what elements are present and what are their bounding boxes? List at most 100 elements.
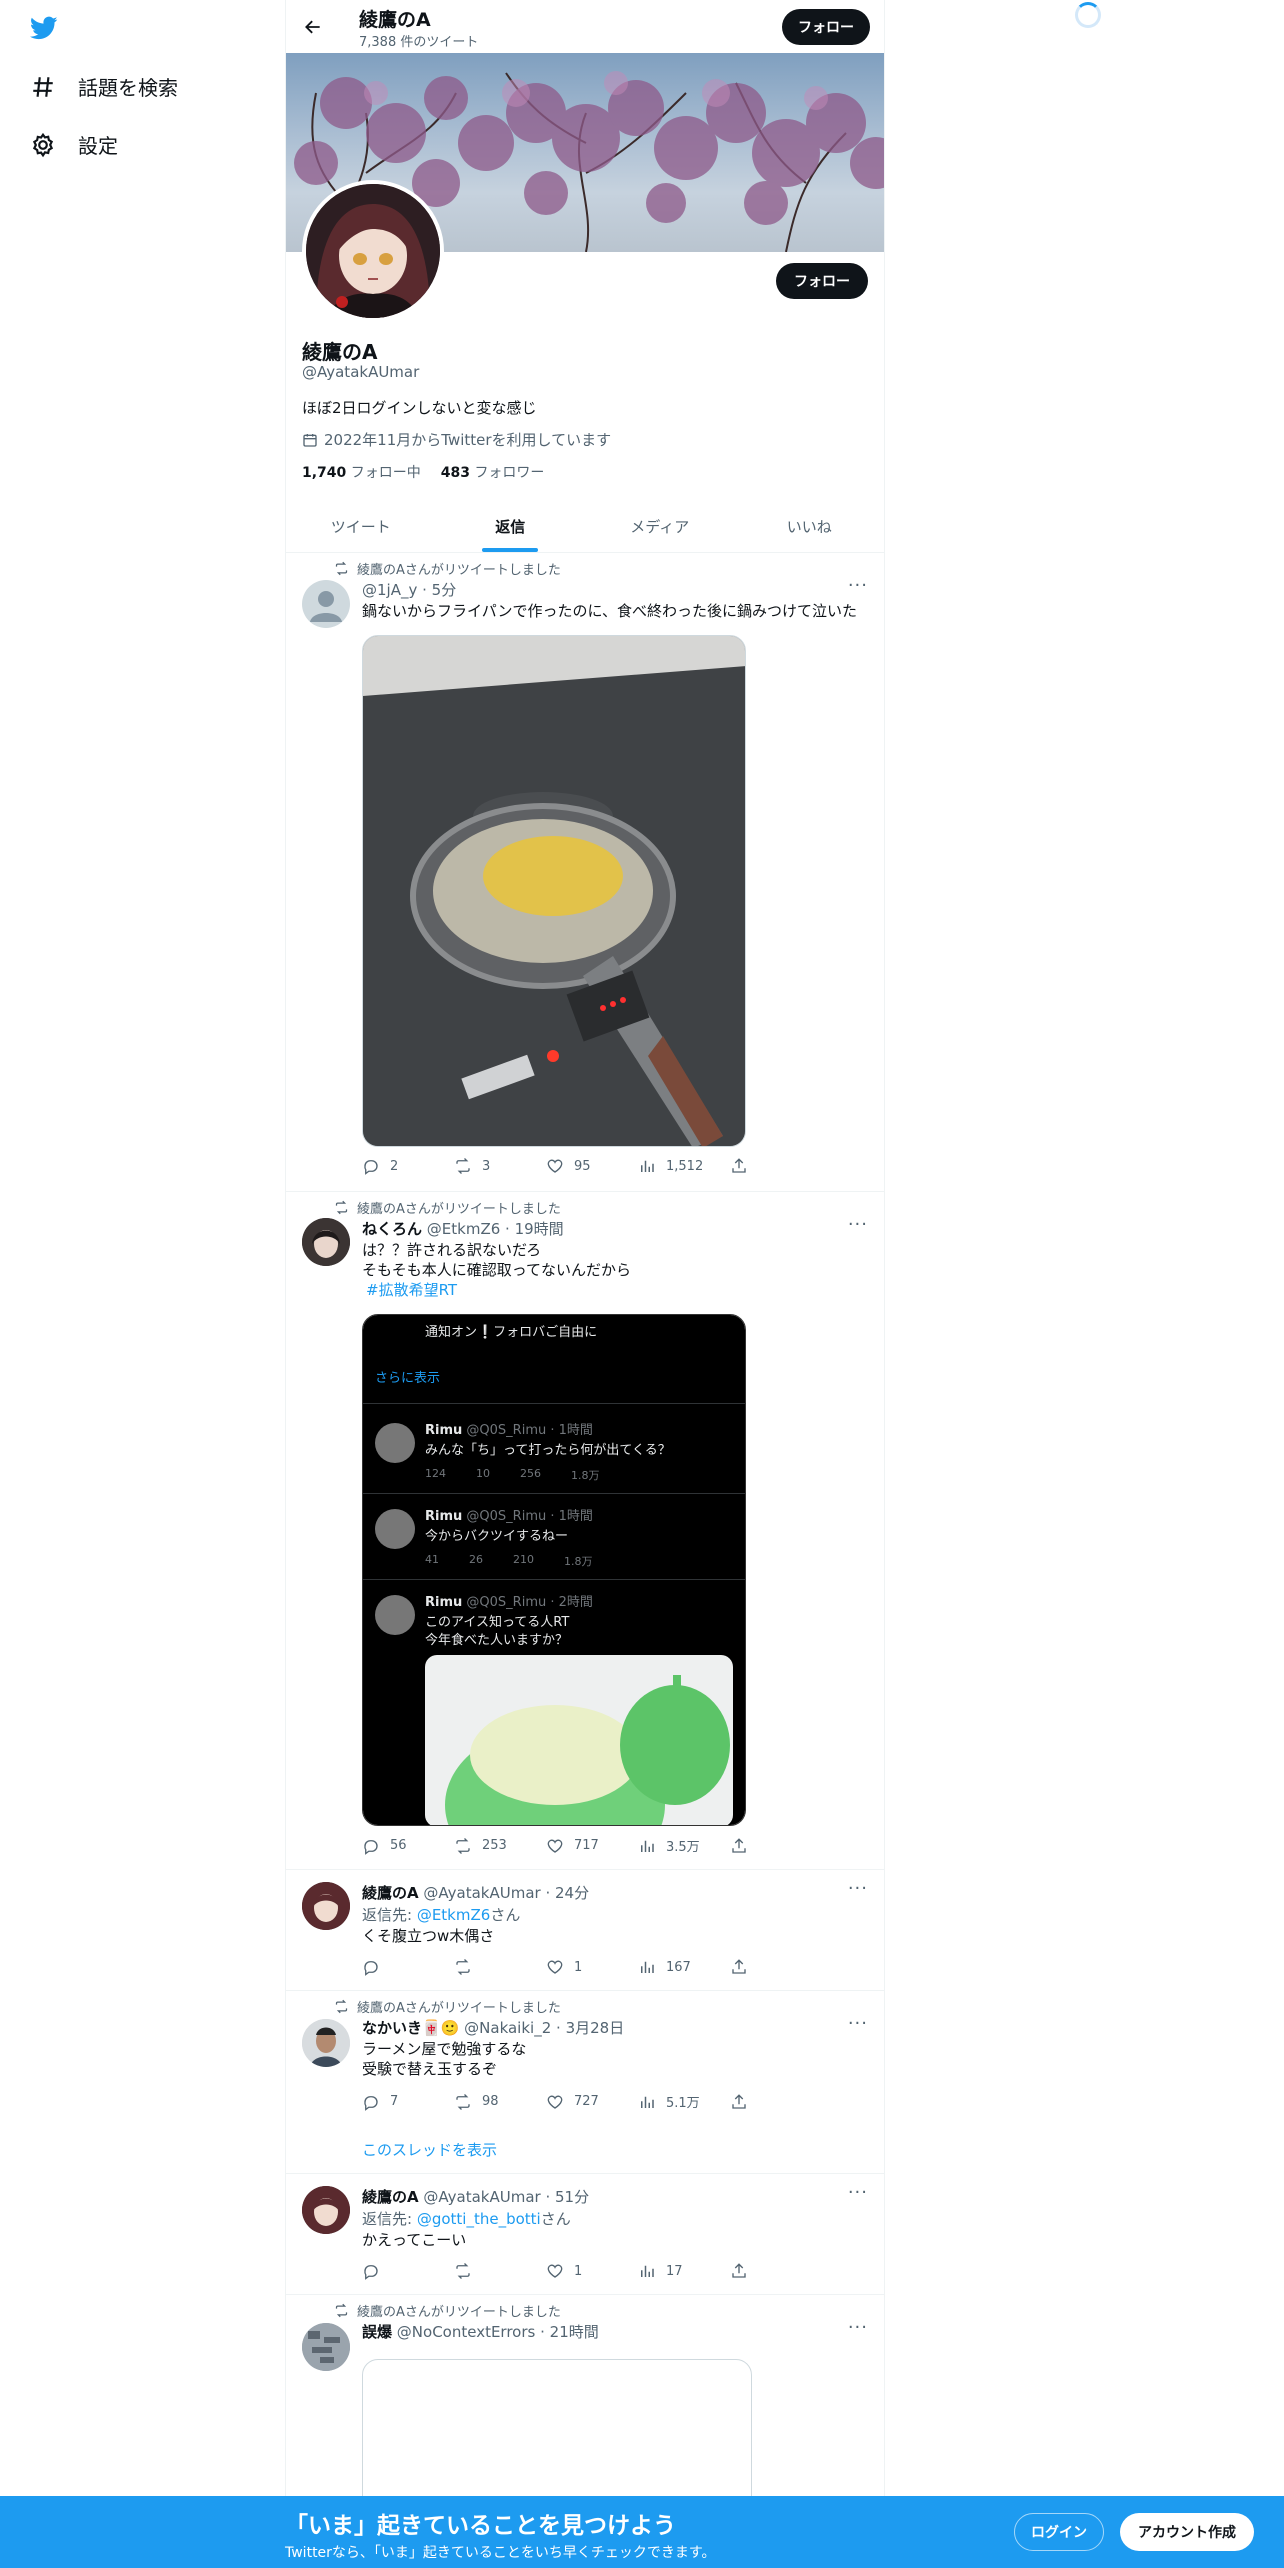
tweet-handle[interactable]: @Nakaiki_2 (464, 2019, 551, 2037)
following-count: 1,740 (302, 465, 347, 481)
reply-button[interactable]: 56 (362, 1836, 454, 1855)
tab-likes[interactable]: いいね (735, 500, 885, 552)
tweet-avatar[interactable] (302, 580, 350, 628)
tweet-time[interactable]: 24分 (555, 1884, 589, 1902)
tweet-avatar[interactable] (302, 2186, 350, 2234)
like-button[interactable]: 717 (546, 1836, 638, 1855)
tweet-avatar[interactable] (302, 1882, 350, 1930)
tweet-time[interactable]: 5分 (432, 581, 457, 599)
tweet-author-name[interactable]: ねくろん (362, 1220, 422, 1238)
profile-follow-button[interactable]: フォロー (776, 263, 868, 299)
login-button[interactable]: ログイン (1014, 2513, 1104, 2551)
reply-button[interactable]: 2 (362, 1157, 454, 1175)
like-button[interactable]: 1 (546, 1958, 638, 1976)
tab-replies[interactable]: 返信 (436, 500, 586, 552)
more-options-icon[interactable]: ··· (848, 2317, 868, 2338)
share-button[interactable] (730, 2262, 750, 2280)
tweet-3[interactable]: 綾鷹のA @AyatakAUmar · 24分 ··· 返信先: @EtkmZ6… (286, 1870, 884, 1991)
retweet-button[interactable]: 98 (454, 2092, 546, 2111)
tweet-time[interactable]: 21時間 (550, 2323, 599, 2341)
tweet-avatar[interactable] (302, 2019, 350, 2067)
views-button[interactable]: 3.5万 (638, 1836, 730, 1855)
reply-icon (364, 1839, 378, 1855)
tweet-handle[interactable]: @AyatakAUmar (423, 2188, 540, 2206)
like-count: 727 (574, 2094, 599, 2109)
tweet-handle[interactable]: @NoContextErrors (397, 2323, 536, 2341)
retweet-icon (456, 1837, 470, 1854)
more-options-icon[interactable]: ··· (848, 2013, 868, 2034)
tweet-avatar[interactable] (302, 1218, 350, 1266)
tab-media[interactable]: メディア (585, 500, 735, 552)
embed-post-3-text: このアイス知ってる人RT (425, 1615, 570, 1630)
tweet-time[interactable]: 19時間 (515, 1220, 564, 1238)
tweet-handle[interactable]: @EtkmZ6 (427, 1220, 500, 1238)
tweet-avatar[interactable] (302, 2323, 350, 2371)
share-button[interactable] (730, 1157, 750, 1175)
share-button[interactable] (730, 1958, 750, 1976)
followers-link[interactable]: 483 フォロワー (441, 462, 545, 482)
tweet-4[interactable]: 綾鷹のAさんがリツイートしました なかいき🀄🙂 @Nakaiki_2 · 3月2… (286, 1991, 884, 2174)
show-thread-link[interactable]: このスレッドを表示 (362, 2139, 497, 2160)
header-follow-button[interactable]: フォロー (782, 9, 870, 45)
retweet-button[interactable] (454, 2262, 546, 2280)
profile-avatar[interactable] (302, 180, 444, 322)
tweet-author-name[interactable]: 綾鷹のA (362, 1884, 419, 1902)
more-options-icon[interactable]: ··· (848, 1878, 868, 1899)
tweet-5[interactable]: 綾鷹のA @AyatakAUmar · 51分 ··· 返信先: @gotti_… (286, 2174, 884, 2295)
views-button[interactable]: 167 (638, 1958, 730, 1976)
like-button[interactable]: 727 (546, 2092, 638, 2111)
following-link[interactable]: 1,740 フォロー中 (302, 462, 421, 482)
share-button[interactable] (730, 1836, 750, 1855)
more-options-icon[interactable]: ··· (848, 575, 868, 596)
nav-explore[interactable]: 話題を検索 (30, 72, 178, 101)
like-count: 717 (574, 1838, 599, 1853)
signup-button[interactable]: アカウント作成 (1120, 2513, 1254, 2551)
retweet-button[interactable]: 3 (454, 1157, 546, 1175)
embed-post-1-text: みんな「ち」って打ったら何が出てくる？ (425, 1443, 671, 1458)
more-options-icon[interactable]: ··· (848, 2182, 868, 2203)
tab-tweets[interactable]: ツイート (286, 500, 436, 552)
embed-post-2-header: Rimu @Q0S_Rimu · 1時間 (425, 1509, 593, 1524)
back-button[interactable] (298, 12, 328, 42)
profile-column: 綾鷹のA 7,388 件のツイート フォロー フォロー 綾鷹のA @Ayatak… (285, 0, 885, 2568)
tweet-text-line1: ラーメン屋で勉強するな (362, 2040, 527, 2058)
embed-post-time: 1時間 (558, 1509, 593, 1524)
tweet-author-name[interactable]: 綾鷹のA (362, 2188, 419, 2206)
like-button[interactable]: 95 (546, 1157, 638, 1175)
tweet-time[interactable]: 3月28日 (566, 2019, 625, 2037)
tweet-2[interactable]: 綾鷹のAさんがリツイートしました ねくろん @EtkmZ6 · 19時間 ···… (286, 1192, 884, 1870)
reply-to-link[interactable]: @EtkmZ6 (417, 1906, 490, 1924)
tweet-handle[interactable]: @AyatakAUmar (423, 1884, 540, 1902)
profile-header-bar: 綾鷹のA 7,388 件のツイート フォロー (286, 0, 884, 53)
reply-to-link[interactable]: @gotti_the_botti (417, 2210, 541, 2228)
avatar-photo-image (302, 2019, 350, 2067)
retweet-button[interactable] (454, 1958, 546, 1976)
tweet-1[interactable]: 綾鷹のAさんがリツイートしました @1jA_y · 5分 ··· 鍋ないからフラ… (286, 553, 884, 1192)
nav-settings[interactable]: 設定 (30, 130, 118, 159)
views-button[interactable]: 17 (638, 2262, 730, 2280)
more-options-icon[interactable]: ··· (848, 1214, 868, 1235)
tweet-media-image[interactable]: 通知オン❕フォロバご自由に さらに表示 Rimu @Q0S_Rimu · 1時間… (362, 1314, 746, 1826)
views-button[interactable]: 1,512 (638, 1157, 730, 1175)
view-count: 5.1万 (666, 2096, 700, 2111)
share-icon (732, 1837, 746, 1853)
tweet-time[interactable]: 51分 (555, 2188, 589, 2206)
share-button[interactable] (730, 2092, 750, 2111)
tweet-author-name[interactable]: なかいき (362, 2019, 422, 2037)
tweet-author-name[interactable]: 誤爆 (362, 2323, 392, 2341)
twitter-logo-icon[interactable] (28, 14, 60, 42)
reply-button[interactable] (362, 1958, 454, 1976)
embed-post-time: 1時間 (558, 1423, 593, 1438)
retweet-button[interactable]: 253 (454, 1836, 546, 1855)
views-button[interactable]: 5.1万 (638, 2092, 730, 2111)
like-button[interactable]: 1 (546, 2262, 638, 2280)
tweet-media-image[interactable] (362, 635, 746, 1147)
tweet-text-line2: 受験で替え玉するぞ (362, 2060, 498, 2078)
tweet-handle[interactable]: @1jA_y (362, 581, 417, 599)
hashtag-link[interactable]: #拡散希望RT (366, 1280, 457, 1300)
retweet-icon (335, 1999, 348, 2014)
tweet-text-line2: そもそも本人に確認取ってないんだから (362, 1261, 631, 1279)
reply-button[interactable] (362, 2262, 454, 2280)
reply-count: 2 (390, 1158, 399, 1174)
reply-button[interactable]: 7 (362, 2092, 454, 2111)
